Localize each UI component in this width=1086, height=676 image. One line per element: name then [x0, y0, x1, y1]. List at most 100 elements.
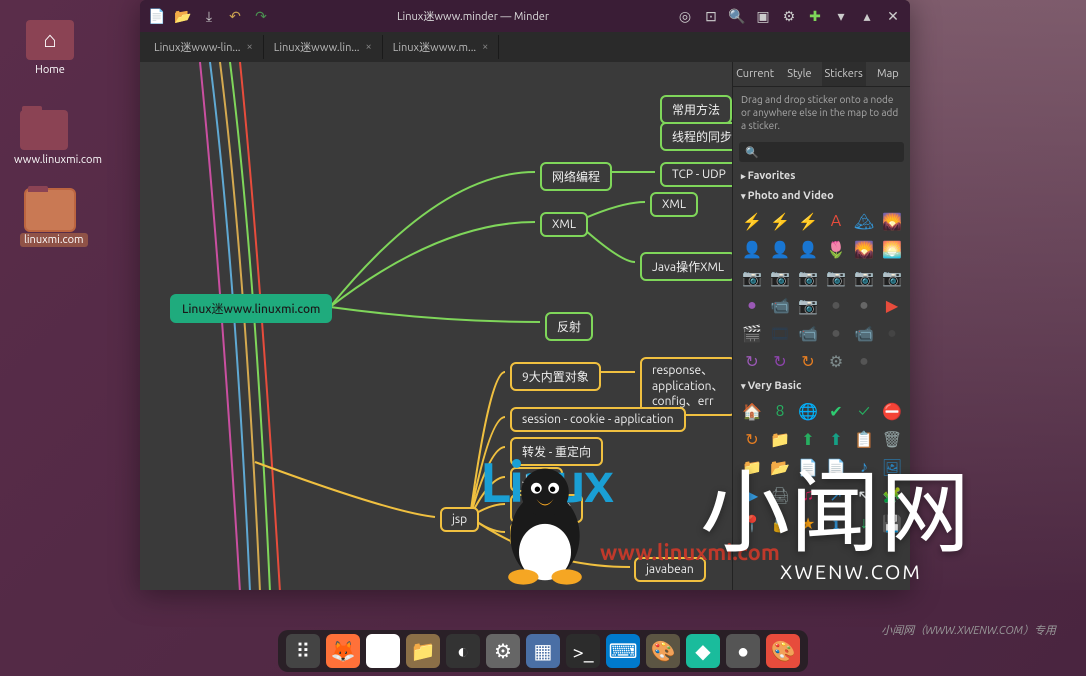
dock-krita[interactable]: 🎨 — [766, 634, 800, 668]
sticker-item[interactable]: ● — [879, 320, 905, 346]
dock-settings[interactable]: ⚙ — [486, 634, 520, 668]
section-favorites[interactable]: Favorites — [733, 166, 910, 186]
tab-close-icon[interactable]: × — [482, 41, 488, 53]
sticker-item[interactable]: 📷 — [795, 292, 821, 318]
sticker-item[interactable]: ↻ — [795, 348, 821, 374]
close-button[interactable]: ✕ — [882, 5, 904, 27]
sticker-search-input[interactable] — [739, 142, 904, 162]
sticker-item[interactable] — [879, 348, 905, 374]
sticker-item[interactable]: 👤 — [739, 236, 765, 262]
sticker-item[interactable]: 🧩 — [879, 482, 905, 508]
dock-screenshot[interactable]: ▦ — [526, 634, 560, 668]
tab-close-icon[interactable]: × — [247, 41, 253, 53]
sticker-item[interactable]: ● — [823, 320, 849, 346]
minimize-button[interactable]: ▾ — [830, 5, 852, 27]
dock-gimp[interactable]: 🎨 — [646, 634, 680, 668]
sticker-item[interactable]: 🏔 — [851, 208, 877, 234]
tab-0[interactable]: Linux迷www-lin...× — [144, 35, 264, 59]
sticker-item[interactable]: A — [823, 208, 849, 234]
sticker-item[interactable]: ⚡ — [795, 208, 821, 234]
node-n7[interactable]: Java操作XML — [640, 252, 732, 281]
sticker-item[interactable]: 📹 — [795, 320, 821, 346]
tab-2[interactable]: Linux迷www.m...× — [383, 35, 500, 59]
sticker-item[interactable]: 🌐 — [795, 398, 821, 424]
sticker-item[interactable]: 🌅 — [879, 236, 905, 262]
sticker-item[interactable]: 🏠 — [739, 398, 765, 424]
sticker-item[interactable]: 📷 — [851, 264, 877, 290]
sticker-item[interactable]: ⚙ — [823, 348, 849, 374]
node-button[interactable]: ▣ — [752, 5, 774, 27]
sticker-item[interactable]: 🌷 — [823, 236, 849, 262]
sticker-item[interactable]: 🌄 — [879, 208, 905, 234]
sticker-item[interactable]: 📷 — [739, 264, 765, 290]
sticker-item[interactable]: 👤 — [795, 236, 821, 262]
dock-vscode[interactable]: ⌨ — [606, 634, 640, 668]
dock-minder[interactable]: ◆ — [686, 634, 720, 668]
sticker-item[interactable]: 📋 — [851, 426, 877, 452]
node-n15[interactable]: jstl — [510, 522, 550, 547]
sticker-item[interactable]: 📹 — [767, 292, 793, 318]
sticker-item[interactable]: 📷 — [795, 264, 821, 290]
mindmap-canvas[interactable]: Linux迷www.linuxmi.com 常用方法线程的同步网络编程TCP -… — [140, 62, 732, 590]
desktop-folder-linuxmi-sel[interactable]: linuxmi.com — [20, 190, 80, 246]
sticker-item[interactable]: ♪ — [851, 454, 877, 480]
sticker-item[interactable]: 🔒 — [767, 510, 793, 536]
desktop-home[interactable]: ⌂ Home — [20, 20, 80, 76]
panel-tab-style[interactable]: Style — [777, 62, 821, 86]
open-button[interactable]: 📂 — [172, 5, 194, 27]
sticker-item[interactable]: 📷 — [823, 264, 849, 290]
dock-files[interactable]: 📁 — [406, 634, 440, 668]
dock-apps[interactable]: ⠿ — [286, 634, 320, 668]
sticker-item[interactable]: ↗ — [823, 482, 849, 508]
node-n13[interactable]: JDBC — [510, 467, 563, 492]
sticker-item[interactable]: ♫ — [795, 482, 821, 508]
sticker-item[interactable]: ▶ — [879, 292, 905, 318]
sticker-item[interactable]: 📹 — [851, 320, 877, 346]
tab-close-icon[interactable]: × — [366, 41, 372, 53]
node-n2[interactable]: 线程的同步 — [660, 122, 732, 151]
node-n4[interactable]: TCP - UDP — [660, 162, 732, 187]
section-photo-and-video[interactable]: Photo and Video — [733, 186, 910, 206]
sticker-item[interactable]: ✔ — [823, 398, 849, 424]
node-n12[interactable]: 转发 - 重定向 — [510, 437, 603, 466]
maximize-button[interactable]: ▴ — [856, 5, 878, 27]
sticker-item[interactable]: ● — [851, 348, 877, 374]
root-node[interactable]: Linux迷www.linuxmi.com — [170, 294, 332, 323]
sticker-item[interactable]: ● — [739, 292, 765, 318]
section-very-basic[interactable]: Very Basic — [733, 376, 910, 396]
node-n1[interactable]: 常用方法 — [660, 95, 732, 124]
sticker-item[interactable]: 📄 — [795, 454, 821, 480]
titlebar[interactable]: 📄 📂 ⤓ ↶ ↷ Linux迷www.minder — Minder ◎ ⊡ … — [140, 0, 910, 32]
node-n16[interactable]: jsp — [440, 507, 479, 532]
dock-firefox[interactable]: 🦊 — [326, 634, 360, 668]
sticker-item[interactable]: 📂 — [767, 454, 793, 480]
panel-tab-map[interactable]: Map — [866, 62, 910, 86]
new-button[interactable]: 📄 — [146, 5, 168, 27]
node-n14[interactable]: EL表达式 — [510, 494, 583, 523]
node-n17[interactable]: javabean — [634, 557, 706, 582]
node-n6[interactable]: XML — [650, 192, 698, 217]
sticker-item[interactable]: 🌄 — [851, 236, 877, 262]
sticker-item[interactable]: ⬆ — [823, 426, 849, 452]
dock-app2[interactable]: ● — [726, 634, 760, 668]
node-n5[interactable]: XML — [540, 212, 588, 237]
node-n11[interactable]: session - cookie - application — [510, 407, 686, 432]
dock-toggle[interactable]: ◐ — [446, 634, 480, 668]
undo-button[interactable]: ↶ — [224, 5, 246, 27]
node-n8[interactable]: 反射 — [545, 312, 593, 341]
sticker-item[interactable]: ★ — [795, 510, 821, 536]
sticker-item[interactable]: 🎞 — [767, 320, 793, 346]
panel-tab-stickers[interactable]: Stickers — [822, 62, 866, 86]
add-node-button[interactable]: ✚ — [804, 5, 826, 27]
sticker-item[interactable]: ↻ — [767, 348, 793, 374]
sticker-item[interactable]: ▶ — [739, 482, 765, 508]
sticker-item[interactable]: ↓ — [851, 510, 877, 536]
sticker-item[interactable]: 🖨 — [767, 482, 793, 508]
settings-button[interactable]: ⚙ — [778, 5, 800, 27]
sticker-item[interactable]: ⚡ — [739, 208, 765, 234]
dock-terminal[interactable]: >_ — [566, 634, 600, 668]
sticker-item[interactable]: 🗑 — [879, 426, 905, 452]
sticker-item[interactable]: 📁 — [767, 426, 793, 452]
sticker-item[interactable]: ✓ — [851, 398, 877, 424]
sticker-item[interactable]: 🎬 — [739, 320, 765, 346]
